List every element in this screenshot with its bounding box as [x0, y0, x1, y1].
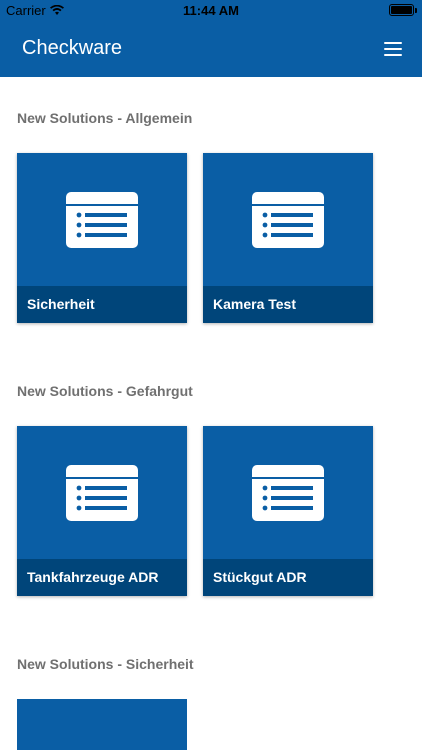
tile-tankfahrzeuge-adr[interactable]: Tankfahrzeuge ADR	[17, 426, 187, 596]
tile-label: Stückgut ADR	[203, 559, 373, 596]
status-bar: Carrier 11:44 AM	[0, 0, 422, 21]
section-title-sicherheit: New Solutions - Sicherheit	[17, 656, 194, 672]
section-title-gefahrgut: New Solutions - Gefahrgut	[17, 383, 193, 399]
status-time: 11:44 AM	[183, 3, 239, 18]
hamburger-menu-icon[interactable]	[384, 42, 402, 56]
tile-stueckgut-adr[interactable]: Stückgut ADR	[203, 426, 373, 596]
tile-label: Sicherheit	[17, 286, 187, 323]
battery-icon	[389, 4, 417, 16]
app-title: Checkware	[22, 37, 123, 59]
tile-label: Kamera Test	[203, 286, 373, 323]
section-title-allgemein: New Solutions - Allgemein	[17, 110, 193, 126]
tile-partial[interactable]	[17, 699, 187, 750]
tile-sicherheit[interactable]: Sicherheit	[17, 153, 187, 323]
list-form-icon	[252, 464, 324, 521]
list-form-icon	[66, 191, 138, 248]
tile-kamera-test[interactable]: Kamera Test	[203, 153, 373, 323]
tile-label: Tankfahrzeuge ADR	[17, 559, 187, 596]
list-form-icon	[66, 464, 138, 521]
app-bar: Checkware	[0, 21, 422, 77]
list-form-icon	[252, 191, 324, 248]
